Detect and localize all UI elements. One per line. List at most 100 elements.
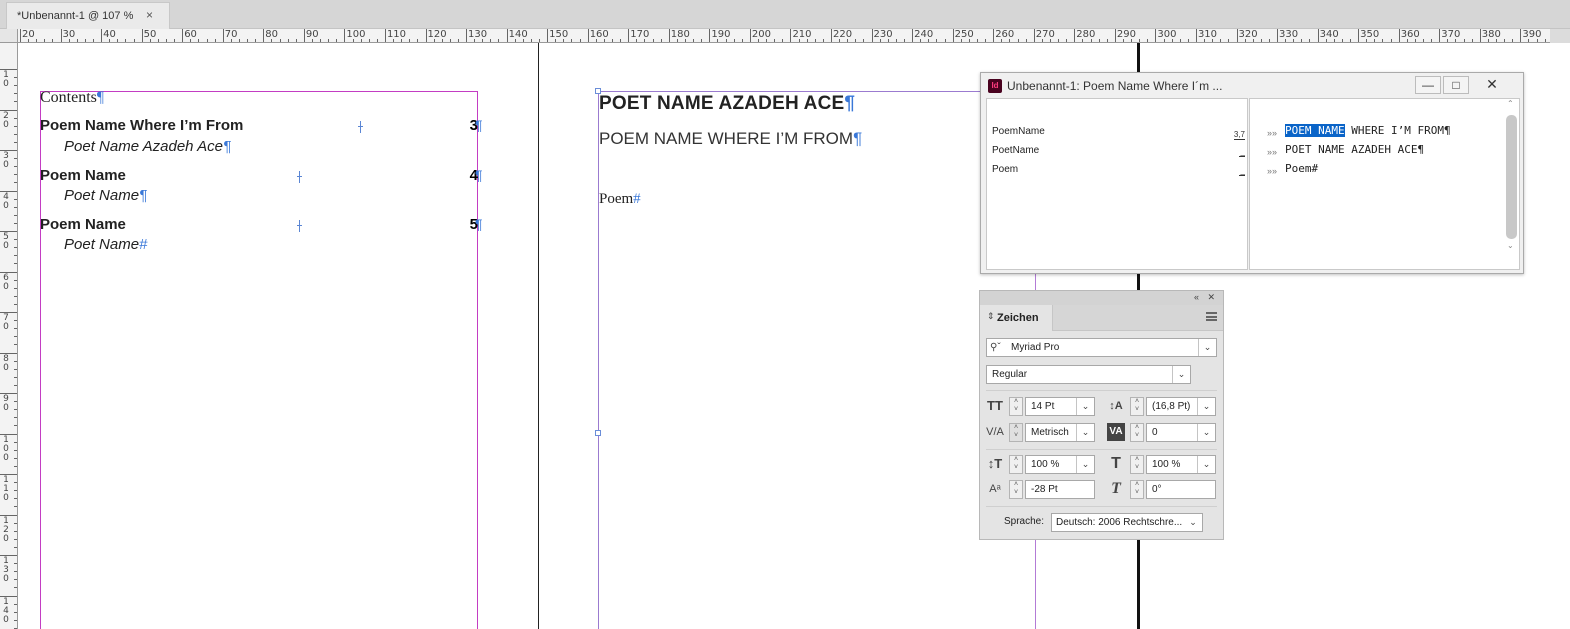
close-icon[interactable]: × (146, 8, 153, 22)
ruler-minor-tick (14, 522, 17, 524)
ruler-minor-tick (1487, 39, 1489, 42)
story-editor-titlebar[interactable]: Id Unbenannt-1: Poem Name Where I´m ... … (981, 73, 1523, 98)
ruler-minor-tick (376, 39, 378, 42)
vertical-scale-stepper[interactable]: ˄ ˅ (1009, 455, 1023, 474)
ruler-major-tick (831, 29, 832, 42)
horizontal-ruler[interactable]: 20 30 40 50 60 70 80 90 100 110 120 130 140 150 160 170… (18, 29, 1550, 43)
ruler-minor-tick (76, 39, 78, 42)
baseline-shift-field[interactable]: -28 Pt (1025, 480, 1095, 499)
kerning-field[interactable]: Metrisch ⌄ (1025, 423, 1095, 442)
ruler-minor-tick (1455, 39, 1457, 42)
chevron-down-icon[interactable]: ⌄ (1076, 456, 1094, 473)
font-style-field[interactable]: Regular ⌄ (986, 365, 1191, 384)
ruler-minor-tick (433, 39, 435, 42)
ruler-minor-tick (14, 117, 17, 119)
poem-name-heading: POEM NAME WHERE I’M FROM¶ (599, 129, 863, 148)
ruler-minor-tick (14, 77, 17, 79)
story-line[interactable]: Poem# (1285, 162, 1318, 175)
story-line[interactable]: POEM NAME WHERE I’M FROM¶ (1285, 124, 1451, 137)
ruler-minor-tick (1390, 39, 1392, 42)
ruler-minor-tick (676, 39, 678, 42)
chevron-down-icon[interactable]: ⌄ (1076, 398, 1094, 415)
ruler-label: 110 (386, 29, 407, 40)
ruler-minor-tick (206, 39, 208, 42)
ruler-minor-tick (109, 39, 111, 42)
font-family-field[interactable]: ⚲ˇ Myriad Pro ⌄ (986, 338, 1217, 357)
style-row-poem[interactable]: Poem (992, 164, 1018, 175)
minimize-button[interactable]: — (1415, 76, 1441, 94)
chevron-down-icon[interactable]: ⌄ (1197, 424, 1215, 441)
font-size-field[interactable]: 14 Pt ⌄ (1025, 397, 1095, 416)
vertical-ruler[interactable]: 1 0 2 0 3 0 4 0 5 0 6 0 7 0 8 0 9 0 1 0 0 1 1 0 1 2… (0, 43, 18, 629)
chevron-down-icon[interactable]: ⌄ (1197, 456, 1215, 473)
ruler-label: 1 3 0 (3, 556, 9, 584)
character-panel[interactable]: « ✕ ⇕ Zeichen ⚲ˇ Myriad Pro ⌄ Regular ⌄ … (979, 290, 1224, 540)
style-row-poemname[interactable]: PoemName (992, 126, 1045, 137)
ruler-label: 300 (1157, 29, 1177, 40)
ruler-minor-tick (14, 222, 17, 224)
ruler-minor-tick (701, 39, 703, 42)
skew-stepper[interactable]: ˄ ˅ (1130, 480, 1144, 499)
document-tab[interactable]: *Unbenannt-1 @ 107 % × (6, 2, 170, 29)
leading-stepper[interactable]: ˄ ˅ (1130, 397, 1144, 416)
story-editor-window[interactable]: Id Unbenannt-1: Poem Name Where I´m ... … (980, 72, 1524, 274)
frame-handle[interactable] (595, 430, 601, 436)
chevron-down-icon[interactable]: ⌄ (1197, 398, 1215, 415)
tracking-stepper[interactable]: ˄ ˅ (1130, 423, 1144, 442)
font-size-stepper[interactable]: ˄ ˅ (1009, 397, 1023, 416)
ruler-minor-tick (644, 39, 646, 42)
ruler-minor-tick (1341, 39, 1343, 42)
ruler-minor-tick (14, 465, 17, 467)
tab-zeichen[interactable]: ⇕ Zeichen (980, 305, 1053, 331)
ruler-major-tick (1155, 29, 1157, 42)
chevron-down-icon[interactable]: ⌄ (1198, 339, 1216, 356)
story-line[interactable]: POET NAME AZADEH ACE¶ (1285, 143, 1424, 156)
horizontal-scale-field[interactable]: 100 % ⌄ (1146, 455, 1216, 474)
ruler-minor-tick (14, 287, 17, 289)
poem-text-frame[interactable] (598, 91, 1036, 629)
ruler-major-tick (1520, 29, 1522, 42)
ruler-label: 260 (995, 29, 1015, 40)
indesign-app-icon: Id (988, 79, 1002, 93)
ruler-minor-tick (14, 141, 17, 143)
style-row-poetname[interactable]: PoetName (992, 145, 1039, 156)
ruler-major-tick (993, 29, 995, 42)
scroll-up-icon[interactable]: ⌃ (1507, 99, 1514, 108)
language-select[interactable]: Deutsch: 2006 Rechtschre... ⌄ (1051, 513, 1203, 532)
chevron-down-icon[interactable]: ⌄ (1076, 424, 1094, 441)
ruler-minor-tick (1212, 39, 1214, 42)
ruler-label: 100 (346, 29, 366, 40)
ruler-origin[interactable] (0, 29, 18, 43)
baseline-shift-stepper[interactable]: ˄ ˅ (1009, 480, 1023, 499)
horizontal-scale-stepper[interactable]: ˄ ˅ (1130, 455, 1144, 474)
panel-menu-icon[interactable] (1206, 312, 1217, 321)
ruler-minor-tick (693, 39, 695, 42)
close-icon[interactable]: ✕ (1207, 292, 1215, 303)
story-text-area[interactable]: »» POEM NAME WHERE I’M FROM¶ »» POET NAM… (1249, 98, 1520, 270)
ruler-minor-tick (725, 39, 727, 42)
close-button[interactable]: ✕ (1479, 76, 1505, 94)
ruler-label: 1 4 0 (3, 596, 9, 625)
maximize-button[interactable]: □ (1443, 76, 1469, 94)
ruler-minor-tick (165, 39, 167, 42)
story-scroll-thumb[interactable] (1506, 115, 1517, 239)
panel-topbar[interactable]: « ✕ (980, 291, 1223, 305)
ruler-minor-tick (1512, 39, 1514, 42)
vertical-scale-field[interactable]: 100 % ⌄ (1025, 455, 1095, 474)
chevron-down-icon[interactable]: ⌄ (1172, 366, 1190, 383)
scroll-down-icon[interactable]: ⌄ (1507, 241, 1514, 250)
ruler-minor-tick (1504, 39, 1506, 42)
story-scrollbar[interactable]: ⌃ ⌄ (1505, 99, 1517, 267)
ruler-minor-tick (944, 39, 946, 42)
collapse-icon[interactable]: « (1194, 292, 1199, 302)
ruler-minor-tick (774, 39, 776, 42)
ruler-minor-tick (14, 498, 17, 500)
ruler-minor-tick (1082, 39, 1084, 42)
ruler-label: 240 (914, 29, 934, 40)
kerning-stepper[interactable]: ˄ ˅ (1009, 423, 1023, 442)
chevron-down-icon[interactable]: ⌄ (1184, 514, 1202, 531)
ruler-major-tick (1277, 29, 1279, 42)
leading-field[interactable]: (16,8 Pt) ⌄ (1146, 397, 1216, 416)
skew-field[interactable]: 0° (1146, 480, 1216, 499)
tracking-field[interactable]: 0 ⌄ (1146, 423, 1216, 442)
